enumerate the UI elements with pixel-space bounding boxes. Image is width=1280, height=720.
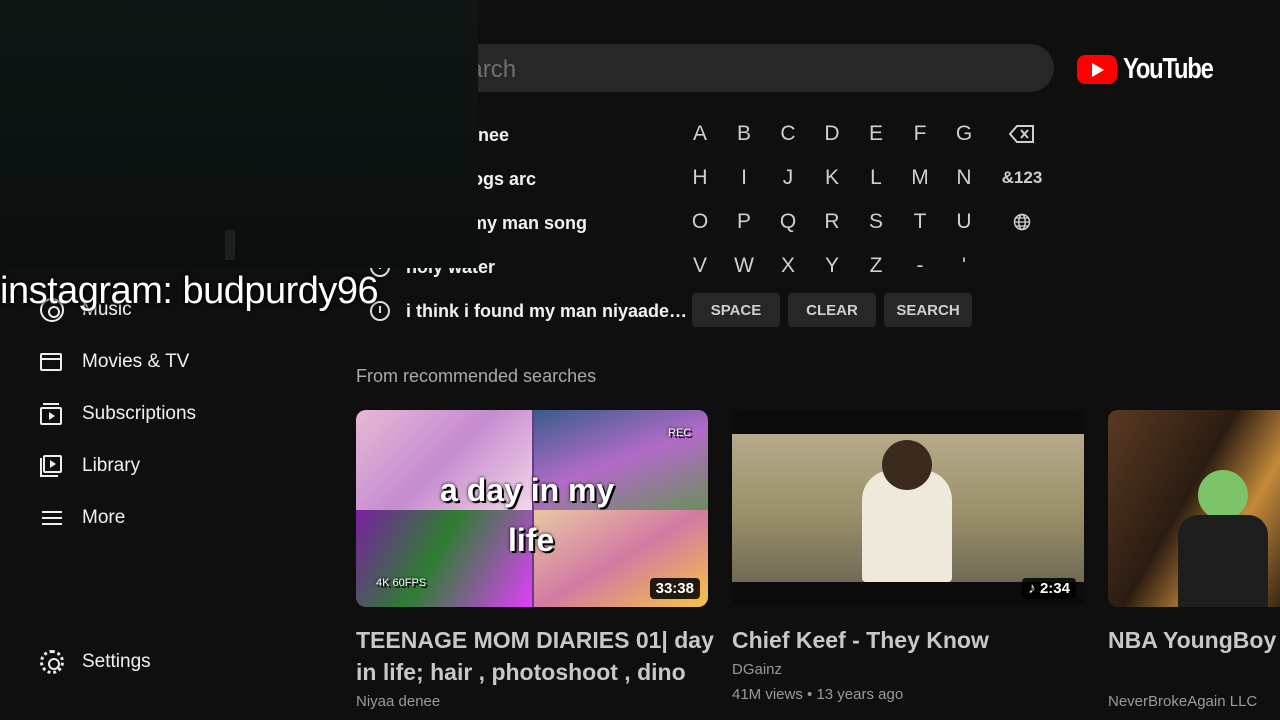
youtube-logo-text: YouTube (1123, 52, 1214, 85)
webcam-overlay (0, 0, 478, 268)
keyboard-key[interactable]: D (810, 112, 854, 156)
keyboard-key[interactable]: Q (766, 200, 810, 244)
keyboard-key[interactable]: Z (854, 244, 898, 288)
library-icon (40, 454, 64, 478)
section-title: From recommended searches (356, 366, 597, 386)
thumb-title-text: life (508, 522, 555, 558)
video-meta: 41M views • 13 years ago (732, 686, 904, 703)
sidebar-item-label: Library (82, 455, 141, 476)
keyboard-key[interactable]: R (810, 200, 854, 244)
sidebar-item-more[interactable]: More (40, 503, 125, 533)
music-note-icon: ♪ (1028, 580, 1036, 597)
video-channel: DGainz (732, 661, 783, 678)
sidebar-item-settings[interactable]: Settings (40, 647, 151, 677)
video-channel: NeverBrokeAgain LLC (1108, 693, 1258, 710)
keyboard-key[interactable]: H (678, 156, 722, 200)
movies-icon (40, 350, 64, 374)
keyboard-key[interactable]: S (854, 200, 898, 244)
thumb-rec-badge: REC (668, 427, 692, 439)
keyboard-key[interactable]: J (766, 156, 810, 200)
sidebar-item-library[interactable]: Library (40, 451, 140, 481)
video-thumbnail[interactable] (1108, 410, 1280, 607)
keyboard-key[interactable]: G (942, 112, 986, 156)
thumb-title-text: a day in my (440, 472, 615, 508)
keyboard-key[interactable]: F (898, 112, 942, 156)
sidebar-item-subscriptions[interactable]: Subscriptions (40, 399, 196, 429)
thumb-figure (1178, 515, 1268, 607)
keyboard-key[interactable]: L (854, 156, 898, 200)
video-channel: Niyaa denee (356, 693, 441, 710)
keyboard-key[interactable]: N (942, 156, 986, 200)
thumb-figure-head (1198, 470, 1248, 520)
backspace-key[interactable] (1000, 112, 1044, 156)
backspace-icon (1009, 125, 1034, 143)
keyboard-key[interactable]: E (854, 112, 898, 156)
video-thumbnail[interactable]: a day in my life REC 4K 60FPS 33:38 (356, 410, 708, 607)
keyboard-key[interactable]: O (678, 200, 722, 244)
duration-badge: 33:38 (649, 578, 700, 599)
video-title: Chief Keef - They Know (732, 627, 989, 653)
keyboard-key[interactable]: V (678, 244, 722, 288)
youtube-play-icon (1077, 54, 1117, 84)
keyboard-key[interactable]: C (766, 112, 810, 156)
language-key[interactable] (1000, 200, 1044, 244)
keyboard-key[interactable]: - (898, 244, 942, 288)
keyboard-key[interactable]: A (678, 112, 722, 156)
sidebar-item-label: Subscriptions (82, 403, 197, 424)
clear-key[interactable]: CLEAR (788, 293, 876, 327)
keyboard-key[interactable]: U (942, 200, 986, 244)
thumb-panel (356, 510, 532, 607)
video-title: TEENAGE MOM DIARIES 01| day in life; hai… (356, 627, 714, 685)
gear-icon (40, 650, 64, 674)
keyboard-key[interactable]: ' (942, 244, 986, 288)
keyboard-key[interactable]: X (766, 244, 810, 288)
keyboard-key[interactable]: W (722, 244, 766, 288)
suggestion-label: i think i found my man niyaade… (406, 300, 688, 321)
sidebar-item-label: Movies & TV (82, 351, 190, 372)
suggestion-item[interactable]: i think i found my man niyaade… (370, 296, 687, 326)
sidebar-item-movies-tv[interactable]: Movies & TV (40, 347, 189, 377)
keyboard-key[interactable]: I (722, 156, 766, 200)
webcam-shadow (225, 230, 235, 260)
sidebar-item-label: More (82, 507, 126, 528)
keyboard-key[interactable]: M (898, 156, 942, 200)
globe-icon (1013, 213, 1031, 231)
duration-badge: ♪ 2:34 (1022, 578, 1076, 599)
sidebar-item-label: Settings (82, 651, 151, 672)
search-key[interactable]: SEARCH (884, 293, 972, 327)
symbols-key[interactable]: &123 (994, 156, 1050, 200)
keyboard-key[interactable]: K (810, 156, 854, 200)
keyboard-key[interactable]: P (722, 200, 766, 244)
duration-text: 2:34 (1039, 580, 1070, 597)
subscriptions-icon (40, 402, 64, 426)
keyboard-key[interactable]: B (722, 112, 766, 156)
thumb-figure-head (882, 440, 932, 490)
overlay-instagram-text: instagram: budpurdy96 (0, 270, 379, 312)
youtube-logo: YouTube (1077, 52, 1232, 86)
thumb-4k-badge: 4K 60FPS (376, 577, 427, 589)
keyboard-key[interactable]: Y (810, 244, 854, 288)
video-thumbnail[interactable]: ♪ 2:34 (732, 410, 1084, 607)
space-key[interactable]: SPACE (692, 293, 780, 327)
menu-icon (40, 506, 64, 530)
video-title: NBA YoungBoy - Freestyle (Music (1108, 627, 1280, 653)
keyboard-key[interactable]: T (898, 200, 942, 244)
